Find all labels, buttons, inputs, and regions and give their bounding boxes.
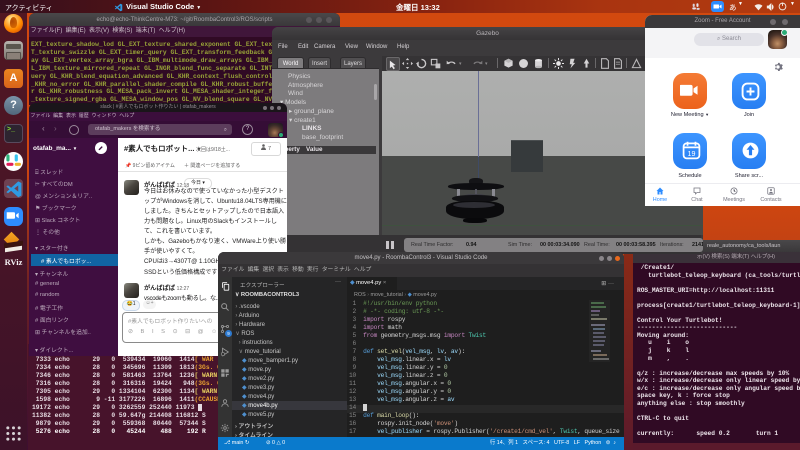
svg-text:19: 19 — [688, 150, 696, 158]
